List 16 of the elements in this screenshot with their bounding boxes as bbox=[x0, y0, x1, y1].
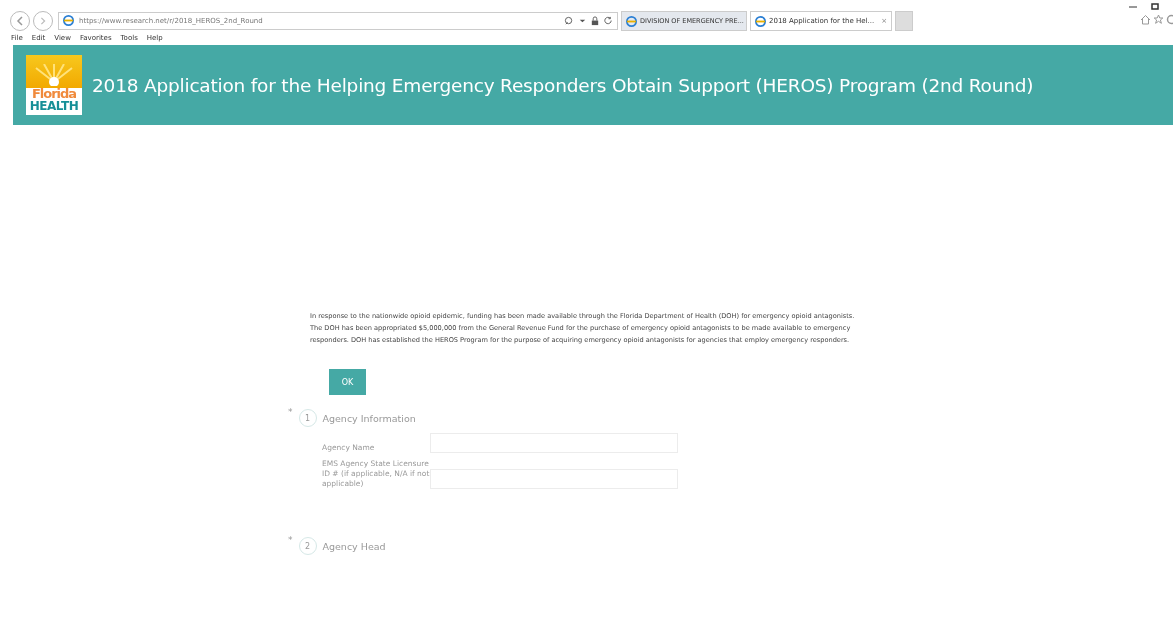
required-mark: * bbox=[288, 535, 293, 545]
section-title: Agency Head bbox=[322, 540, 386, 552]
star-icon[interactable] bbox=[1153, 14, 1164, 25]
sun-icon bbox=[34, 64, 74, 86]
search-icon[interactable] bbox=[564, 16, 574, 26]
logo: Florida HEALTH bbox=[26, 55, 82, 115]
restore-icon[interactable] bbox=[1151, 2, 1159, 10]
required-mark: * bbox=[288, 407, 293, 417]
page-title: 2018 Application for the Helping Emergency Responders Obtain Support (HEROS) Program (2nd Round) bbox=[92, 74, 1034, 96]
globe-icon bbox=[63, 14, 74, 28]
globe-icon bbox=[755, 15, 766, 27]
lock-icon[interactable] bbox=[590, 16, 600, 26]
globe-icon bbox=[626, 15, 637, 27]
section-title: Agency Information bbox=[322, 412, 416, 424]
home-icon[interactable] bbox=[1140, 14, 1151, 25]
refresh-icon[interactable] bbox=[603, 16, 613, 26]
